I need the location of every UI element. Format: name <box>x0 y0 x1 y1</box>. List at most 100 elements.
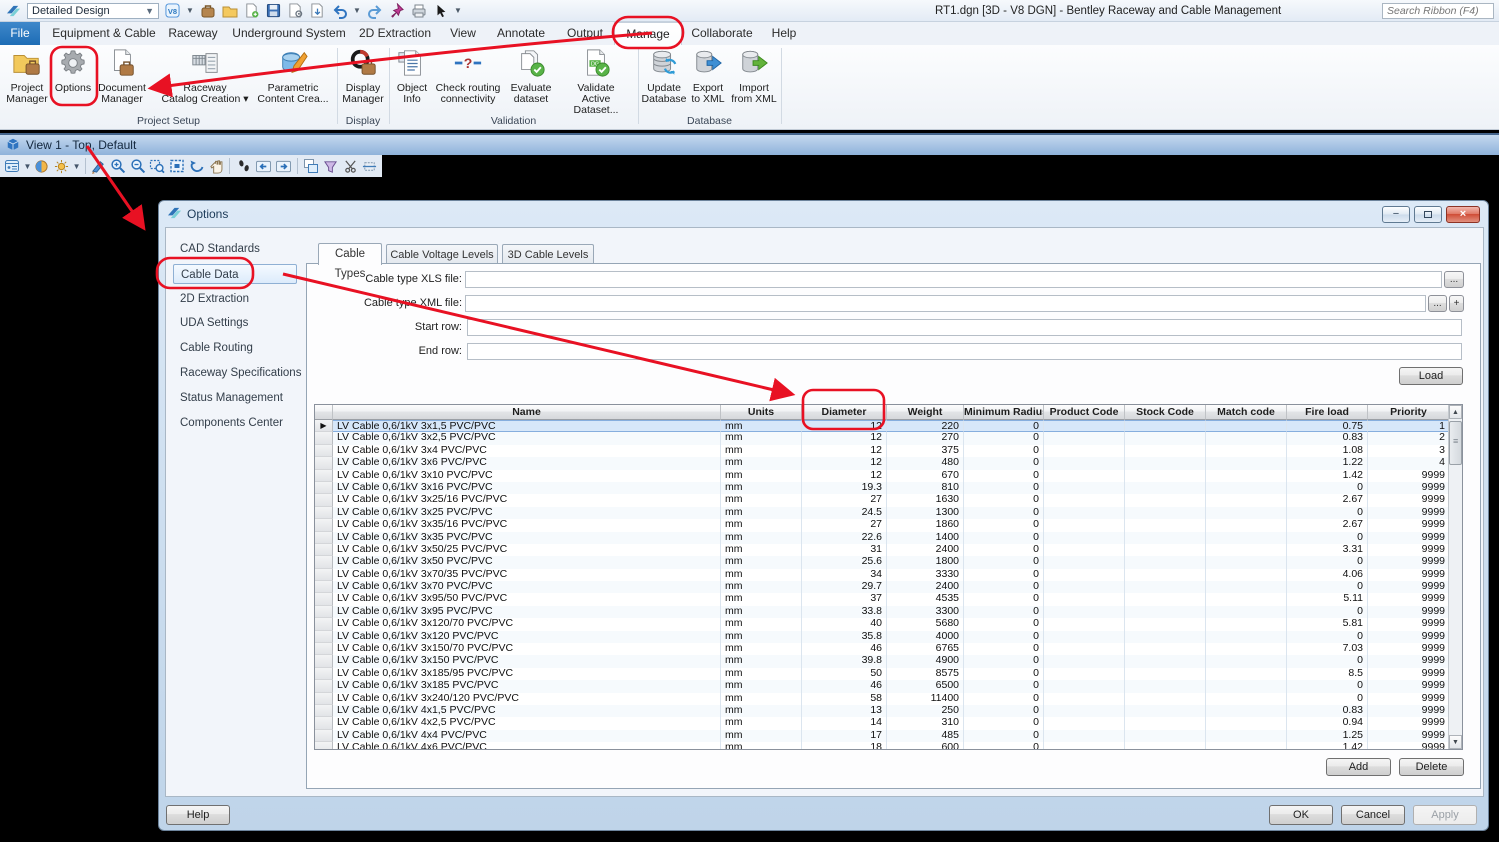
cell-product-code[interactable] <box>1044 420 1125 433</box>
grid-row-17[interactable]: LV Cable 0,6/1kV 3x120 PVC/PVC mm 35.8 4000… <box>315 630 1462 644</box>
xls-file-input[interactable] <box>465 271 1442 288</box>
tab-3d-cable-levels[interactable]: 3D Cable Levels <box>502 244 594 264</box>
cell-fire-load[interactable]: 0 <box>1287 556 1368 569</box>
cell-units[interactable]: mm <box>721 543 802 557</box>
import-from-xml-button[interactable]: Import from XML <box>729 47 779 113</box>
cell-weight[interactable]: 4535 <box>887 593 964 606</box>
cell-diameter[interactable]: 27 <box>802 519 887 532</box>
cell-stock-code[interactable] <box>1125 568 1206 582</box>
save-icon[interactable] <box>265 2 282 19</box>
cell-name[interactable]: LV Cable 0,6/1kV 4x4 PVC/PVC <box>333 729 721 743</box>
cell-priority[interactable]: 9999 <box>1368 729 1450 743</box>
cell-priority[interactable]: 9999 <box>1368 593 1450 606</box>
grid-row-21[interactable]: LV Cable 0,6/1kV 3x185 PVC/PVC mm 46 6500 0 0… <box>315 680 1462 693</box>
update-database-button[interactable]: Update Database <box>641 47 687 113</box>
cell-fire-load[interactable]: 0 <box>1287 481 1368 495</box>
cell-units[interactable]: mm <box>721 581 802 594</box>
cell-weight[interactable]: 4000 <box>887 630 964 644</box>
cell-fire-load[interactable]: 0 <box>1287 605 1368 619</box>
cell-priority[interactable]: 9999 <box>1368 618 1450 631</box>
tab-annotate[interactable]: Annotate <box>490 22 552 45</box>
cell-units[interactable]: mm <box>721 444 802 458</box>
cell-fire-load[interactable]: 5.81 <box>1287 618 1368 631</box>
grid-row-16[interactable]: LV Cable 0,6/1kV 3x120/70 PVC/PVC mm 40 568… <box>315 618 1462 631</box>
cell-minimum-radius[interactable]: 0 <box>964 605 1044 619</box>
cell-product-code[interactable] <box>1044 655 1125 668</box>
cell-weight[interactable]: 1300 <box>887 506 964 520</box>
cell-minimum-radius[interactable]: 0 <box>964 630 1044 644</box>
cell-weight[interactable]: 375 <box>887 444 964 458</box>
column-header-product-code[interactable]: Product Code <box>1044 405 1125 420</box>
cell-stock-code[interactable] <box>1125 618 1206 631</box>
cell-minimum-radius[interactable]: 0 <box>964 742 1044 749</box>
cell-name[interactable]: LV Cable 0,6/1kV 3x150/70 PVC/PVC <box>333 643 721 656</box>
cell-priority[interactable]: 9999 <box>1368 692 1450 705</box>
row-selector[interactable] <box>315 729 333 743</box>
cell-weight[interactable]: 3330 <box>887 568 964 582</box>
cell-name[interactable]: LV Cable 0,6/1kV 3x25/16 PVC/PVC <box>333 494 721 507</box>
cell-product-code[interactable] <box>1044 506 1125 520</box>
cell-fire-load[interactable]: 5.11 <box>1287 593 1368 606</box>
cell-fire-load[interactable]: 0 <box>1287 680 1368 693</box>
sidebar-item-status-management[interactable]: Status Management <box>173 388 305 408</box>
cell-product-code[interactable] <box>1044 643 1125 656</box>
cell-priority[interactable]: 9999 <box>1368 680 1450 693</box>
help-button[interactable]: Help <box>166 805 230 825</box>
view-window-title-bar[interactable]: View 1 - Top, Default <box>0 133 1499 155</box>
cell-diameter[interactable]: 13 <box>802 704 887 718</box>
cell-priority[interactable]: 9999 <box>1368 556 1450 569</box>
cell-diameter[interactable]: 27 <box>802 494 887 507</box>
cell-weight[interactable]: 6765 <box>887 643 964 656</box>
cell-units[interactable]: mm <box>721 618 802 631</box>
grid-row-2[interactable]: LV Cable 0,6/1kV 3x4 PVC/PVC mm 12 375 0 1.08… <box>315 444 1462 458</box>
xml-file-input[interactable] <box>465 295 1426 312</box>
options-button[interactable]: Options <box>51 47 95 113</box>
cell-units[interactable]: mm <box>721 506 802 520</box>
cell-units[interactable]: mm <box>721 568 802 582</box>
cell-match-code[interactable] <box>1206 494 1287 507</box>
row-selector[interactable] <box>315 630 333 644</box>
cell-diameter[interactable]: 24.5 <box>802 506 887 520</box>
row-selector[interactable] <box>315 742 333 749</box>
cell-match-code[interactable] <box>1206 420 1287 433</box>
cell-match-code[interactable] <box>1206 444 1287 458</box>
cell-diameter[interactable]: 12 <box>802 444 887 458</box>
view-previous-icon[interactable] <box>255 157 272 175</box>
cell-diameter[interactable]: 17 <box>802 729 887 743</box>
cell-weight[interactable]: 480 <box>887 457 964 470</box>
end-row-input[interactable] <box>467 343 1462 360</box>
column-header-match-code[interactable]: Match code <box>1206 405 1287 420</box>
cell-match-code[interactable] <box>1206 469 1287 482</box>
tab-equipment-cable[interactable]: Equipment & Cable <box>52 22 156 45</box>
project-briefcase-icon[interactable] <box>199 2 216 19</box>
project-manager-button[interactable]: Project Manager <box>4 47 50 113</box>
cell-minimum-radius[interactable]: 0 <box>964 729 1044 743</box>
cell-minimum-radius[interactable]: 0 <box>964 680 1044 693</box>
cell-minimum-radius[interactable]: 0 <box>964 444 1044 458</box>
cell-match-code[interactable] <box>1206 519 1287 532</box>
cell-match-code[interactable] <box>1206 593 1287 606</box>
cell-priority[interactable]: 9999 <box>1368 655 1450 668</box>
cell-priority[interactable]: 9999 <box>1368 506 1450 520</box>
cell-stock-code[interactable] <box>1125 692 1206 705</box>
cell-stock-code[interactable] <box>1125 444 1206 458</box>
cell-name[interactable]: LV Cable 0,6/1kV 3x35/16 PVC/PVC <box>333 519 721 532</box>
cell-stock-code[interactable] <box>1125 469 1206 482</box>
cell-fire-load[interactable]: 1.22 <box>1287 457 1368 470</box>
cell-diameter[interactable]: 14 <box>802 717 887 730</box>
cell-stock-code[interactable] <box>1125 481 1206 495</box>
export-to-xml-button[interactable]: Export to XML <box>687 47 729 113</box>
cell-name[interactable]: LV Cable 0,6/1kV 3x185 PVC/PVC <box>333 680 721 693</box>
cell-fire-load[interactable]: 8.5 <box>1287 667 1368 681</box>
cell-diameter[interactable]: 34 <box>802 568 887 582</box>
cell-name[interactable]: LV Cable 0,6/1kV 3x120 PVC/PVC <box>333 630 721 644</box>
cell-minimum-radius[interactable]: 0 <box>964 593 1044 606</box>
cell-match-code[interactable] <box>1206 692 1287 705</box>
fit-view-icon[interactable] <box>169 157 186 175</box>
cell-stock-code[interactable] <box>1125 519 1206 532</box>
cell-product-code[interactable] <box>1044 469 1125 482</box>
cell-match-code[interactable] <box>1206 581 1287 594</box>
cell-diameter[interactable]: 12 <box>802 420 887 433</box>
ok-button[interactable]: OK <box>1269 805 1333 825</box>
object-info-button[interactable]: Object Info <box>392 47 432 113</box>
